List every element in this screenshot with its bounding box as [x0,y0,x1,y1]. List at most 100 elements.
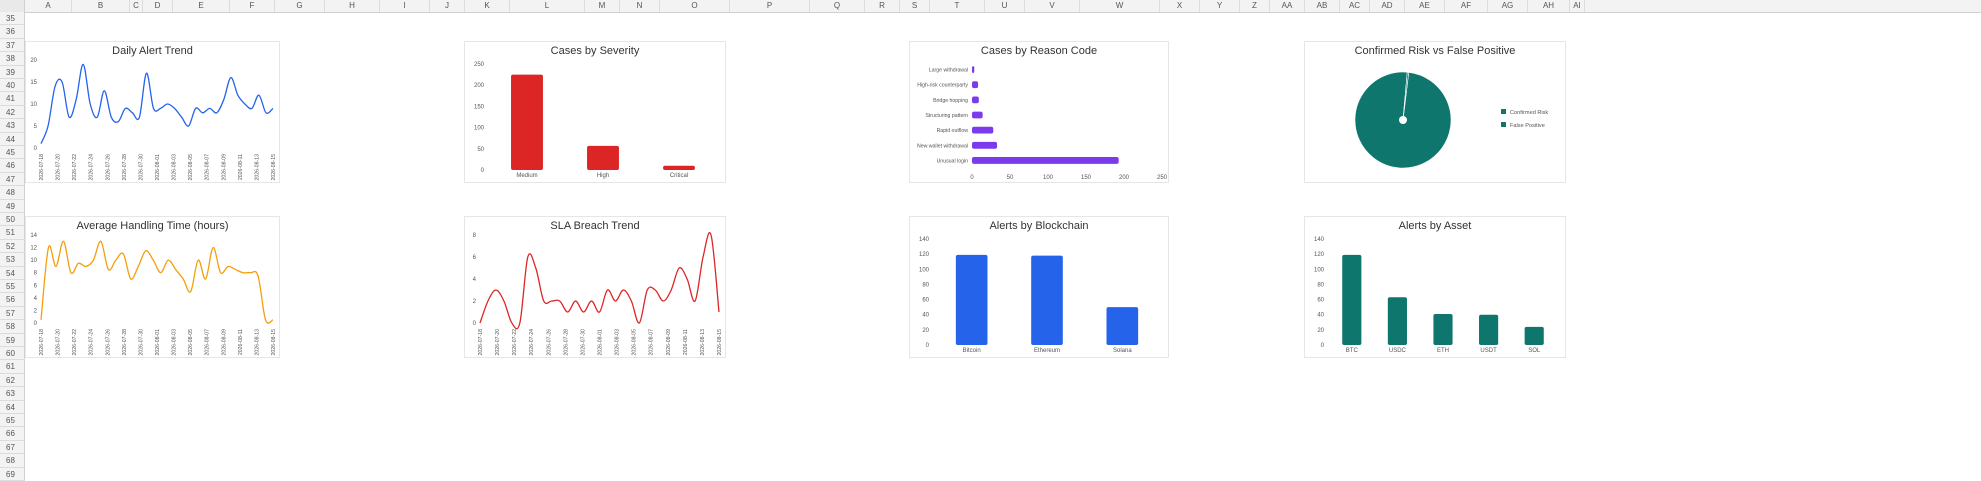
cases-by-severity-chart[interactable]: Cases by Severity 0 50 100 150 200 250 Medium H… [464,41,726,183]
y-tick-label: 0 [34,146,38,152]
column-header-j[interactable]: J [430,0,465,12]
row-header-41[interactable]: 41 [0,92,25,106]
row-header-38[interactable]: 38 [0,52,25,66]
chart-plot: 0 20 40 60 80 100 120 140 BTC USDC ETH USDT SOL [1314,237,1544,354]
bar [972,66,975,73]
column-header-d[interactable]: D [143,0,173,12]
cases-by-reason-code-chart[interactable]: Cases by Reason Code Large withdrawal Hig… [909,41,1169,183]
row-header-58[interactable]: 58 [0,320,25,334]
row-header-43[interactable]: 43 [0,119,25,133]
row-header-35[interactable]: 35 [0,12,25,26]
row-header-65[interactable]: 65 [0,414,25,428]
column-header-e[interactable]: E [173,0,230,12]
bar [955,254,988,345]
row-header-40[interactable]: 40 [0,79,25,93]
row-header-49[interactable]: 49 [0,200,25,213]
column-header-s[interactable]: S [900,0,930,12]
column-header-m[interactable]: M [585,0,620,12]
row-header-45[interactable]: 45 [0,146,25,160]
column-header-l[interactable]: L [510,0,585,12]
y-tick-label: 0 [481,168,485,174]
row-header-56[interactable]: 56 [0,293,25,307]
column-header-p[interactable]: P [730,0,810,12]
column-header-c[interactable]: C [130,0,143,12]
column-header-t[interactable]: T [930,0,985,12]
y-tick-label: 40 [922,313,929,319]
y-tick-label: 20 [922,328,929,334]
row-header-59[interactable]: 59 [0,334,25,347]
y-tick-label: Unusual login [937,158,969,164]
select-all-corner[interactable] [0,0,25,12]
y-tick-label: 2 [473,299,477,305]
column-header-f[interactable]: F [230,0,275,12]
row-header-54[interactable]: 54 [0,267,25,280]
row-header-68[interactable]: 68 [0,454,25,468]
row-header-66[interactable]: 66 [0,427,25,441]
column-header-ag[interactable]: AG [1488,0,1528,12]
row-header-63[interactable]: 63 [0,387,25,401]
column-header-b[interactable]: B [72,0,130,12]
bar [1479,314,1499,345]
column-header-v[interactable]: V [1025,0,1080,12]
row-header-60[interactable]: 60 [0,347,25,361]
column-header-af[interactable]: AF [1445,0,1488,12]
row-header-44[interactable]: 44 [0,133,25,146]
row-header-48[interactable]: 48 [0,186,25,200]
column-header-y[interactable]: Y [1200,0,1240,12]
column-header-w[interactable]: W [1080,0,1160,12]
row-header-47[interactable]: 47 [0,173,25,187]
row-header-36[interactable]: 36 [0,25,25,39]
column-header-q[interactable]: Q [810,0,865,12]
column-header-r[interactable]: R [865,0,900,12]
x-tick-label: 2026-08-15 [271,154,277,181]
y-tick-label: 8 [34,271,38,277]
x-tick-label: 2026-08-07 [205,329,211,356]
x-tick-label: Critical [670,173,688,179]
row-header-61[interactable]: 61 [0,360,25,374]
column-header-z[interactable]: Z [1240,0,1270,12]
row-header-37[interactable]: 37 [0,39,25,53]
column-header-k[interactable]: K [465,0,510,12]
row-header-42[interactable]: 42 [0,106,25,120]
sla-breach-trend-chart[interactable]: SLA Breach Trend 0 2 4 6 8 2026-07-18 2026-07-… [464,216,726,358]
row-header-39[interactable]: 39 [0,66,25,79]
y-tick-label: High-risk counterparty [917,83,968,89]
row-header-52[interactable]: 52 [0,240,25,254]
y-tick-label: 0 [473,321,477,327]
row-header-50[interactable]: 50 [0,213,25,227]
column-header-ad[interactable]: AD [1370,0,1405,12]
column-header-h[interactable]: H [325,0,380,12]
column-header-o[interactable]: O [660,0,730,12]
daily-alert-trend-chart[interactable]: Daily Alert Trend 0 5 10 15 20 2026-07-18 2026… [25,41,280,183]
column-header-ae[interactable]: AE [1405,0,1445,12]
column-header-g[interactable]: G [275,0,325,12]
column-header-i[interactable]: I [380,0,430,12]
row-header-64[interactable]: 64 [0,401,25,414]
column-header-x[interactable]: X [1160,0,1200,12]
row-header-55[interactable]: 55 [0,280,25,294]
column-header-ab[interactable]: AB [1305,0,1340,12]
average-handling-time-chart[interactable]: Average Handling Time (hours) 0 2 4 6 8 10 12 1… [25,216,280,358]
column-header-ah[interactable]: AH [1528,0,1570,12]
x-tick-label: 0 [970,175,974,181]
row-header-46[interactable]: 46 [0,159,25,173]
row-header-67[interactable]: 67 [0,441,25,455]
bar [972,111,983,119]
chart-plot: 0 20 40 60 80 100 120 140 Bitcoin Ethereum Solana [919,237,1139,354]
alerts-by-asset-chart[interactable]: Alerts by Asset 0 20 40 60 80 100 120 140 BTC USD… [1304,216,1566,358]
column-header-n[interactable]: N [620,0,660,12]
column-header-aa[interactable]: AA [1270,0,1305,12]
row-header-62[interactable]: 62 [0,374,25,388]
x-tick-label: 2026-07-22 [72,154,78,181]
row-header-69[interactable]: 69 [0,468,25,481]
column-header-ac[interactable]: AC [1340,0,1370,12]
column-header-u[interactable]: U [985,0,1025,12]
y-tick-label: 50 [477,147,484,153]
row-header-57[interactable]: 57 [0,307,25,321]
row-header-51[interactable]: 51 [0,226,25,240]
column-header-ai[interactable]: AI [1570,0,1585,12]
confirmed-risk-vs-false-positive-chart[interactable]: Confirmed Risk vs False Positive Confirm… [1304,41,1566,183]
row-header-53[interactable]: 53 [0,253,25,267]
column-header-a[interactable]: A [25,0,72,12]
alerts-by-blockchain-chart[interactable]: Alerts by Blockchain 0 20 40 60 80 100 120 140 B… [909,216,1169,358]
